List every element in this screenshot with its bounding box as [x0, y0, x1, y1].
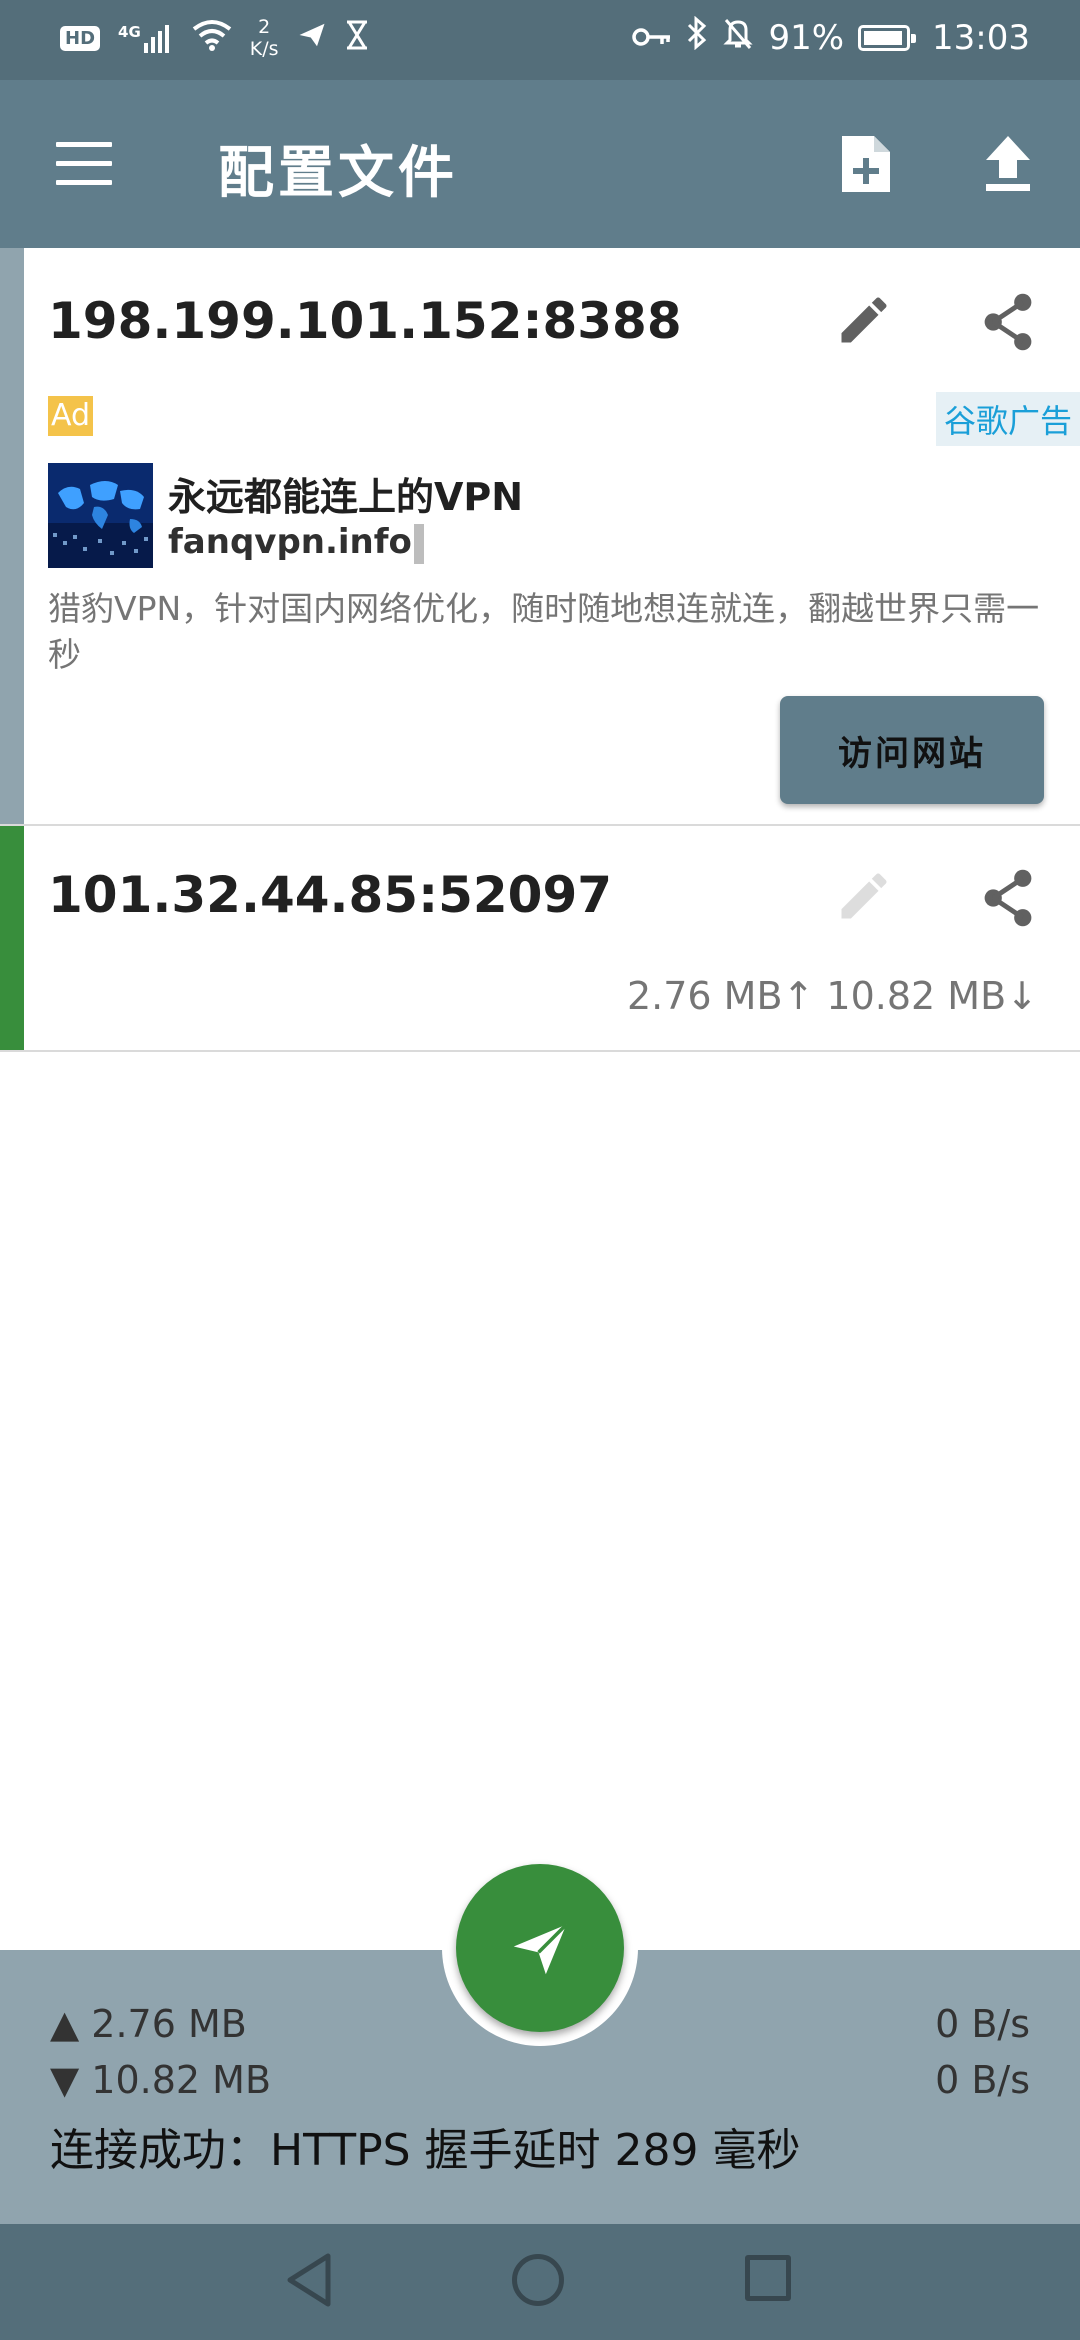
vpn-key-icon: [632, 18, 672, 58]
profile-name: 198.199.101.152:8388: [48, 292, 682, 350]
navigation-bar: [0, 2224, 1080, 2340]
network-speed: 2 K/s: [250, 16, 279, 60]
download-rate: 0 B/s: [935, 2058, 1030, 2102]
upload-rate: 0 B/s: [935, 2002, 1030, 2046]
battery-icon: [858, 24, 917, 51]
mute-bell-icon: [722, 16, 754, 59]
share-icon[interactable]: [978, 866, 1038, 934]
ad-url-text: fanqvpn.info: [168, 522, 412, 562]
pencil-icon: [834, 866, 894, 930]
paper-plane-icon: [513, 1923, 568, 1975]
clock: 13:03: [932, 17, 1030, 58]
traffic-usage: 2.76 MB↑ 10.82 MB↓: [626, 974, 1038, 1018]
recent-apps-icon[interactable]: [745, 2255, 791, 2301]
wifi-icon: [192, 19, 232, 58]
menu-icon[interactable]: [56, 142, 112, 186]
speed-unit: K/s: [249, 38, 279, 60]
speed-value: 2: [258, 16, 271, 38]
connect-button[interactable]: [456, 1864, 624, 2032]
app-bar: 配置文件: [0, 80, 1080, 248]
hourglass-icon: [345, 20, 369, 57]
visit-website-button[interactable]: 访问网站: [780, 696, 1044, 804]
ad-url[interactable]: fanqvpn.info: [168, 522, 424, 564]
battery-percent: 91%: [768, 17, 845, 58]
profile-status-strip: [0, 248, 24, 824]
status-right: 91% 13:03: [632, 15, 1030, 59]
network-type: 4G: [118, 23, 141, 41]
back-icon[interactable]: [284, 2252, 334, 2312]
upload-total: ▲ 2.76 MB: [50, 2002, 247, 2046]
profile-status-strip: [0, 826, 24, 1050]
page-title: 配置文件: [218, 141, 458, 206]
upload-icon[interactable]: [982, 132, 1034, 200]
home-icon[interactable]: [512, 2254, 564, 2306]
ad-description: 猎豹VPN，针对国内网络优化，随时随地想连就连，翻越世界只需一秒: [48, 589, 1040, 674]
share-icon[interactable]: [978, 290, 1038, 358]
ad-title[interactable]: 永远都能连上的VPN: [168, 466, 523, 521]
hd-icon: HD: [60, 25, 101, 51]
add-file-icon[interactable]: [838, 132, 894, 200]
bluetooth-icon: [686, 15, 708, 59]
profile-card[interactable]: 101.32.44.85:52097 2.76 MB↑ 10.82 MB↓: [0, 826, 1080, 1052]
ad-badge: Ad: [48, 396, 93, 436]
send-status-icon: [297, 20, 327, 57]
status-bar: HD 4G 2 K/s 91% 13:03: [0, 0, 1080, 80]
connection-status: 连接成功：HTTPS 握手延时 289 毫秒: [50, 2125, 801, 2176]
ad-image[interactable]: [48, 463, 153, 568]
profile-name: 101.32.44.85:52097: [48, 866, 613, 924]
ad-source-label[interactable]: 谷歌广告: [935, 392, 1080, 446]
text-cursor: [413, 523, 424, 564]
status-left: HD 4G 2 K/s: [60, 16, 369, 60]
profile-card[interactable]: 198.199.101.152:8388 Ad 谷歌广告 永远都能连上的VPN …: [0, 248, 1080, 826]
signal-icon: 4G: [118, 23, 174, 53]
pencil-icon[interactable]: [834, 290, 894, 354]
download-total: ▼ 10.82 MB: [50, 2058, 272, 2102]
